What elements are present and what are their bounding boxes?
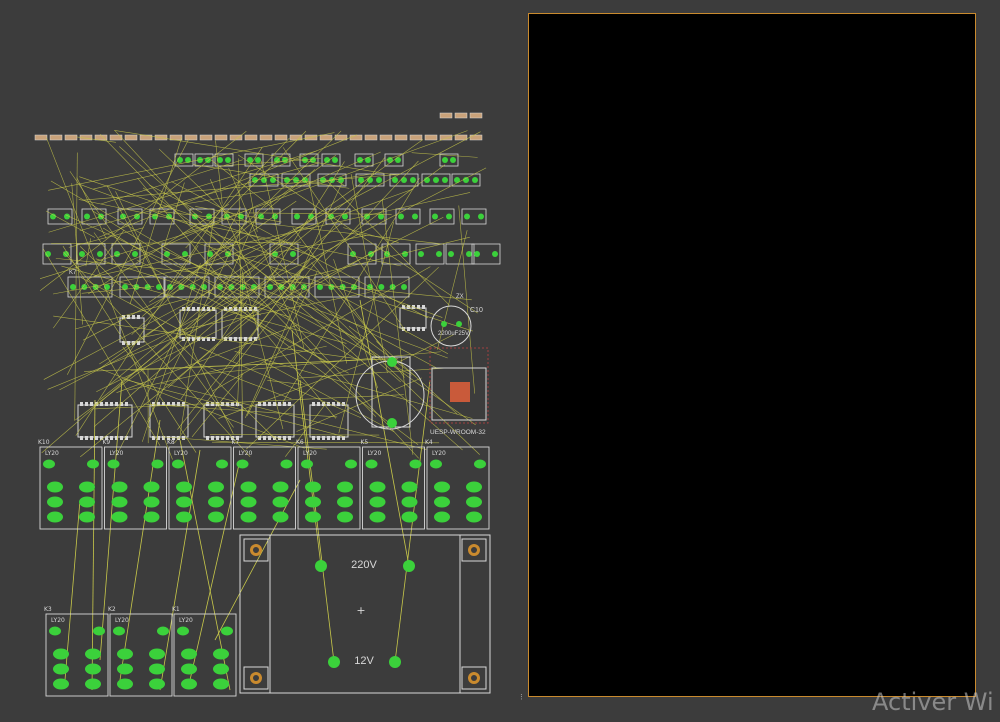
resistor-footprint[interactable] — [439, 134, 453, 141]
resistor-footprint[interactable] — [379, 134, 393, 141]
relay-ref: K2 — [108, 606, 116, 613]
relay-type: LY20 — [115, 617, 129, 624]
relay-type: LY20 — [368, 450, 382, 457]
relay-type: LY20 — [45, 450, 59, 457]
connector-footprint[interactable] — [354, 153, 374, 167]
relay-ref: K1 — [172, 606, 180, 613]
relay-footprint[interactable]: K7 LY20 — [232, 439, 296, 530]
resistor-footprint[interactable] — [454, 134, 468, 141]
mounting-hole-icon — [243, 666, 269, 690]
relay-type: LY20 — [51, 617, 65, 624]
resistor-footprint[interactable] — [394, 134, 408, 141]
resistor-footprint[interactable] — [124, 134, 138, 141]
connector-footprint[interactable] — [395, 208, 421, 225]
resistor-footprint[interactable] — [259, 134, 273, 141]
relay-footprint[interactable]: K6 LY20 — [296, 439, 361, 530]
module-label: UESP-WROOM-32 — [430, 429, 486, 436]
connector-footprint[interactable] — [471, 243, 501, 265]
resistor-footprint[interactable] — [274, 134, 288, 141]
capacitor-value: 2200uF25V — [438, 331, 469, 337]
relay-footprint[interactable]: K5 LY20 — [361, 439, 425, 530]
connector-footprint[interactable] — [461, 208, 487, 225]
resistor-footprint[interactable] — [184, 134, 198, 141]
resistor-footprint[interactable] — [49, 134, 63, 141]
pcb-layout-canvas[interactable]: K10 LY20 K9 LY20 K8 LY20 K7 LY20 K6 LY20 K5 LY20 K4 L… — [0, 0, 520, 722]
relay-footprint[interactable]: K9 LY20 — [103, 439, 167, 530]
relay-ref: K3 — [44, 606, 52, 613]
pcb-board-view[interactable] — [528, 13, 976, 697]
relay-footprint[interactable]: K10 LY20 — [38, 439, 103, 530]
connector-footprint[interactable] — [321, 153, 341, 167]
center-cross-icon: + — [356, 604, 365, 617]
relay-layer: K10 LY20 K9 LY20 K8 LY20 K7 LY20 K6 LY20 K5 LY20 K4 L… — [38, 439, 490, 697]
relay-ref: K10 — [38, 439, 50, 446]
pad[interactable] — [389, 656, 401, 668]
resistor-footprint[interactable] — [319, 134, 333, 141]
connector-footprint[interactable] — [291, 208, 317, 225]
regulator-footprint[interactable] — [355, 356, 425, 430]
mounting-hole-icon — [461, 538, 487, 562]
resistor-footprint[interactable] — [349, 134, 363, 141]
mounting-hole-icon — [461, 666, 487, 690]
relay-ref: K6 — [296, 439, 304, 446]
capacitor-c10[interactable]: C10 2200uF25V — [430, 305, 483, 347]
zx-label: ZX — [456, 294, 464, 300]
ratsnest-layer — [39, 130, 487, 691]
resistor-footprint[interactable] — [244, 134, 258, 141]
relay-ref: K9 — [103, 439, 111, 446]
transformer-primary-label: 220V — [351, 559, 377, 571]
capacitor-ref: C10 — [470, 307, 483, 314]
relay-footprint[interactable]: K3 LY20 — [44, 606, 109, 697]
k7-row-label: K7 — [69, 270, 77, 276]
resistor-footprint[interactable] — [364, 134, 378, 141]
connector-footprint[interactable] — [42, 243, 72, 265]
resistor-footprint[interactable] — [34, 134, 48, 141]
connector-footprint[interactable] — [221, 208, 247, 225]
relay-footprint[interactable]: K8 LY20 — [167, 439, 232, 530]
connector-footprint[interactable] — [47, 208, 73, 225]
resistor-footprint[interactable] — [214, 134, 228, 141]
relay-ref: K4 — [425, 439, 433, 446]
origin-marker-icon: ⁝ — [520, 693, 523, 703]
mounting-hole-icon — [243, 538, 269, 562]
connector-footprint[interactable] — [445, 243, 475, 265]
relay-footprint[interactable]: K4 LY20 — [425, 439, 490, 530]
relay-type: LY20 — [179, 617, 193, 624]
resistor-footprint[interactable] — [409, 134, 423, 141]
relay-type: LY20 — [174, 450, 188, 457]
resistor-footprint[interactable] — [109, 134, 123, 141]
relay-ref: K8 — [167, 439, 175, 446]
connector-footprint[interactable] — [389, 173, 419, 187]
resistor-footprint[interactable] — [469, 134, 483, 141]
ic-footprint[interactable] — [309, 402, 349, 440]
relay-type: LY20 — [303, 450, 317, 457]
pad[interactable] — [315, 560, 327, 572]
relay-type: LY20 — [110, 450, 124, 457]
transformer-secondary-label: 12V — [354, 655, 374, 667]
activate-windows-watermark: Activer Wi — [872, 688, 994, 716]
relay-footprint[interactable]: K2 LY20 — [108, 606, 173, 697]
connector-footprint[interactable] — [451, 173, 481, 187]
resistor-footprint[interactable] — [64, 134, 78, 141]
resistor-footprint[interactable] — [424, 134, 438, 141]
esp32-module[interactable]: UESP-WROOM-32 — [429, 347, 489, 436]
relay-ref: K7 — [232, 439, 240, 446]
connector-footprint[interactable] — [421, 173, 451, 187]
pad[interactable] — [328, 656, 340, 668]
relay-type: LY20 — [432, 450, 446, 457]
resistor-footprint[interactable] — [199, 134, 213, 141]
pad[interactable] — [403, 560, 415, 572]
relay-type: LY20 — [239, 450, 253, 457]
connector-footprint[interactable] — [429, 208, 455, 225]
relay-ref: K5 — [361, 439, 369, 446]
transformer-footprint[interactable]: 220V 12V + — [239, 534, 491, 694]
